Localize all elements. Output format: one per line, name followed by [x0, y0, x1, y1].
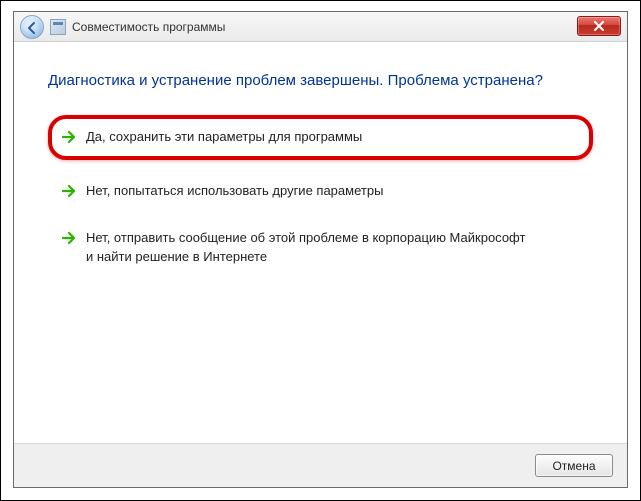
- wizard-window: Совместимость программы Диагностика и ус…: [13, 11, 628, 488]
- option-label: Нет, отправить сообщение об этой проблем…: [86, 229, 526, 267]
- wizard-body: Диагностика и устранение проблем заверше…: [14, 42, 627, 278]
- option-label: Да, сохранить эти параметры для программ…: [86, 128, 362, 147]
- option-try-other[interactable]: Нет, попытаться использовать другие пара…: [48, 170, 593, 213]
- app-icon: [50, 19, 66, 35]
- titlebar: Совместимость программы: [14, 12, 627, 42]
- cancel-button[interactable]: Отмена: [535, 454, 613, 477]
- option-label: Нет, попытаться использовать другие пара…: [86, 182, 383, 201]
- back-arrow-icon: [25, 21, 39, 35]
- close-icon: [593, 21, 605, 31]
- screenshot-frame: Совместимость программы Диагностика и ус…: [0, 0, 641, 501]
- arrow-right-icon: [62, 231, 76, 245]
- close-button[interactable]: [577, 16, 621, 36]
- back-button[interactable]: [20, 15, 44, 39]
- arrow-right-icon: [62, 184, 76, 198]
- window-title: Совместимость программы: [72, 20, 225, 34]
- footer: Отмена: [14, 443, 627, 487]
- options-list: Да, сохранить эти параметры для программ…: [48, 115, 593, 278]
- page-heading: Диагностика и устранение проблем заверше…: [48, 72, 593, 89]
- arrow-right-icon: [62, 130, 76, 144]
- option-save-settings[interactable]: Да, сохранить эти параметры для программ…: [48, 115, 593, 160]
- option-report-microsoft[interactable]: Нет, отправить сообщение об этой проблем…: [48, 217, 593, 279]
